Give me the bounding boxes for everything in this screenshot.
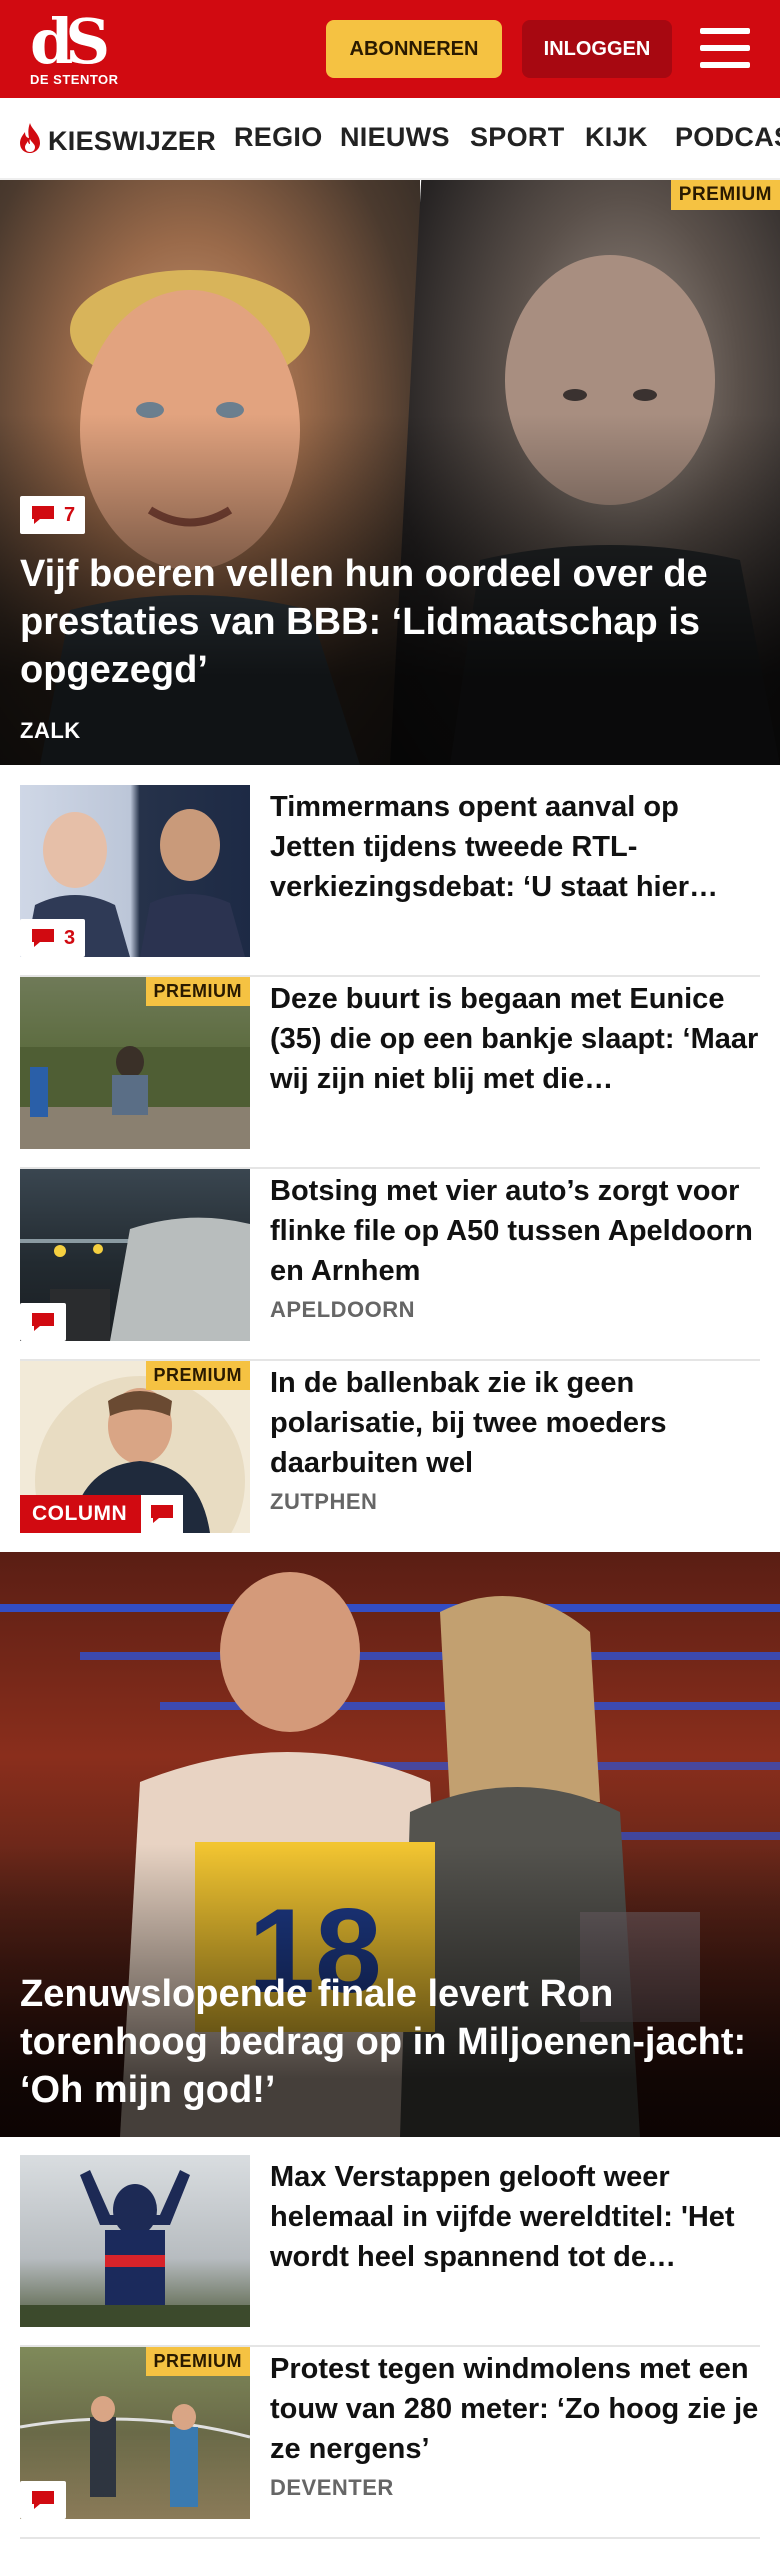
main-nav: KIESWIJZER REGIO NIEUWS SPORT KIJK PODCA…: [0, 98, 780, 180]
article-thumbnail: PREMIUM: [20, 2347, 250, 2519]
premium-badge: PREMIUM: [145, 977, 250, 1006]
list-item[interactable]: Botsing met vier auto’s zorgt voor flink…: [20, 1169, 760, 1361]
comment-count: 7: [64, 503, 76, 526]
article-location: APELDOORN: [270, 1297, 416, 1322]
article-thumbnail: [20, 2155, 250, 2327]
column-label: COLUMN: [32, 1502, 128, 1525]
top-bar: dS DE STENTOR ABONNEREN INLOGGEN: [0, 0, 780, 98]
hero-headline[interactable]: Vijf boeren vellen hun oordeel over de p…: [20, 550, 760, 694]
nav-label-kieswijzer: KIESWIJZER: [48, 126, 217, 156]
comment-badge[interactable]: [20, 1303, 66, 1341]
site-logo[interactable]: dS DE STENTOR: [22, 10, 142, 90]
nav-item-kijk[interactable]: KIJK: [585, 122, 648, 153]
hero-location: ZALK: [20, 718, 81, 743]
nav-item-podcast[interactable]: PODCAS: [675, 122, 780, 153]
nav-item-kieswijzer[interactable]: KIESWIJZER: [16, 122, 216, 157]
nav-item-regio[interactable]: REGIO: [234, 122, 323, 153]
feature-article[interactable]: 18 Zenuwslopende finale levert Ron toren…: [0, 1552, 780, 2137]
flame-icon: [20, 123, 40, 153]
comment-icon: [32, 1313, 54, 1331]
subscribe-button[interactable]: ABONNEREN: [326, 20, 502, 78]
comment-count-badge[interactable]: 7: [20, 496, 86, 534]
article-thumbnail: PREMIUM COLUMN: [20, 1361, 250, 1533]
comment-icon: [32, 506, 54, 524]
comment-icon: [151, 1505, 174, 1523]
column-badge: COLUMN: [20, 1495, 184, 1533]
list-item[interactable]: PREMIUM Protest tegen windmolens met een…: [20, 2347, 760, 2539]
nav-item-sport[interactable]: SPORT: [470, 122, 565, 153]
list-item[interactable]: Max Verstappen gelooft weer helemaal in …: [20, 2155, 760, 2347]
comment-count: 3: [64, 926, 76, 949]
premium-badge: PREMIUM: [145, 1361, 250, 1390]
thumbnail-verstappen-image: [20, 2170, 250, 2327]
feature-headline[interactable]: Zenuwslopende finale levert Ron torenhoo…: [20, 1970, 760, 2114]
comment-count-badge[interactable]: 3: [20, 919, 86, 957]
article-location: ZUTPHEN: [270, 1489, 378, 1514]
comment-icon: [32, 929, 54, 947]
login-button[interactable]: INLOGGEN: [522, 20, 672, 78]
hero-article[interactable]: PREMIUM 7 Vijf boeren vellen hun oordeel…: [0, 180, 780, 765]
article-headline[interactable]: Timmermans opent aanval op Jetten tijden…: [270, 787, 760, 907]
article-headline[interactable]: Protest tegen windmolens met een touw va…: [270, 2349, 760, 2469]
comment-badge[interactable]: [20, 2481, 66, 2519]
article-thumbnail: PREMIUM: [20, 977, 250, 1149]
premium-badge: PREMIUM: [670, 180, 780, 210]
list-item[interactable]: PREMIUM Deze buurt is begaan met Eunice …: [20, 977, 760, 1169]
comment-icon: [32, 2491, 54, 2509]
list-item[interactable]: PREMIUM COLUMN In de ballenbak zie ik ge…: [20, 1361, 760, 1553]
comment-badge[interactable]: [141, 1495, 184, 1533]
logo-mark: dS: [30, 5, 110, 78]
nav-item-nieuws[interactable]: NIEUWS: [340, 122, 450, 153]
article-thumbnail: 3: [20, 785, 250, 957]
hamburger-menu-icon[interactable]: [700, 26, 750, 70]
article-headline[interactable]: Max Verstappen gelooft weer helemaal in …: [270, 2157, 760, 2277]
article-headline[interactable]: Deze buurt is begaan met Eunice (35) die…: [270, 979, 760, 1099]
list-item[interactable]: 3 Timmermans opent aanval op Jetten tijd…: [20, 785, 760, 977]
logo-subtitle: DE STENTOR: [30, 72, 119, 87]
article-location: DEVENTER: [270, 2475, 394, 2500]
premium-badge: PREMIUM: [145, 2347, 250, 2376]
article-headline[interactable]: Botsing met vier auto’s zorgt voor flink…: [270, 1171, 760, 1291]
article-thumbnail: [20, 1169, 250, 1341]
article-headline[interactable]: In de ballenbak zie ik geen polarisatie,…: [270, 1363, 760, 1483]
